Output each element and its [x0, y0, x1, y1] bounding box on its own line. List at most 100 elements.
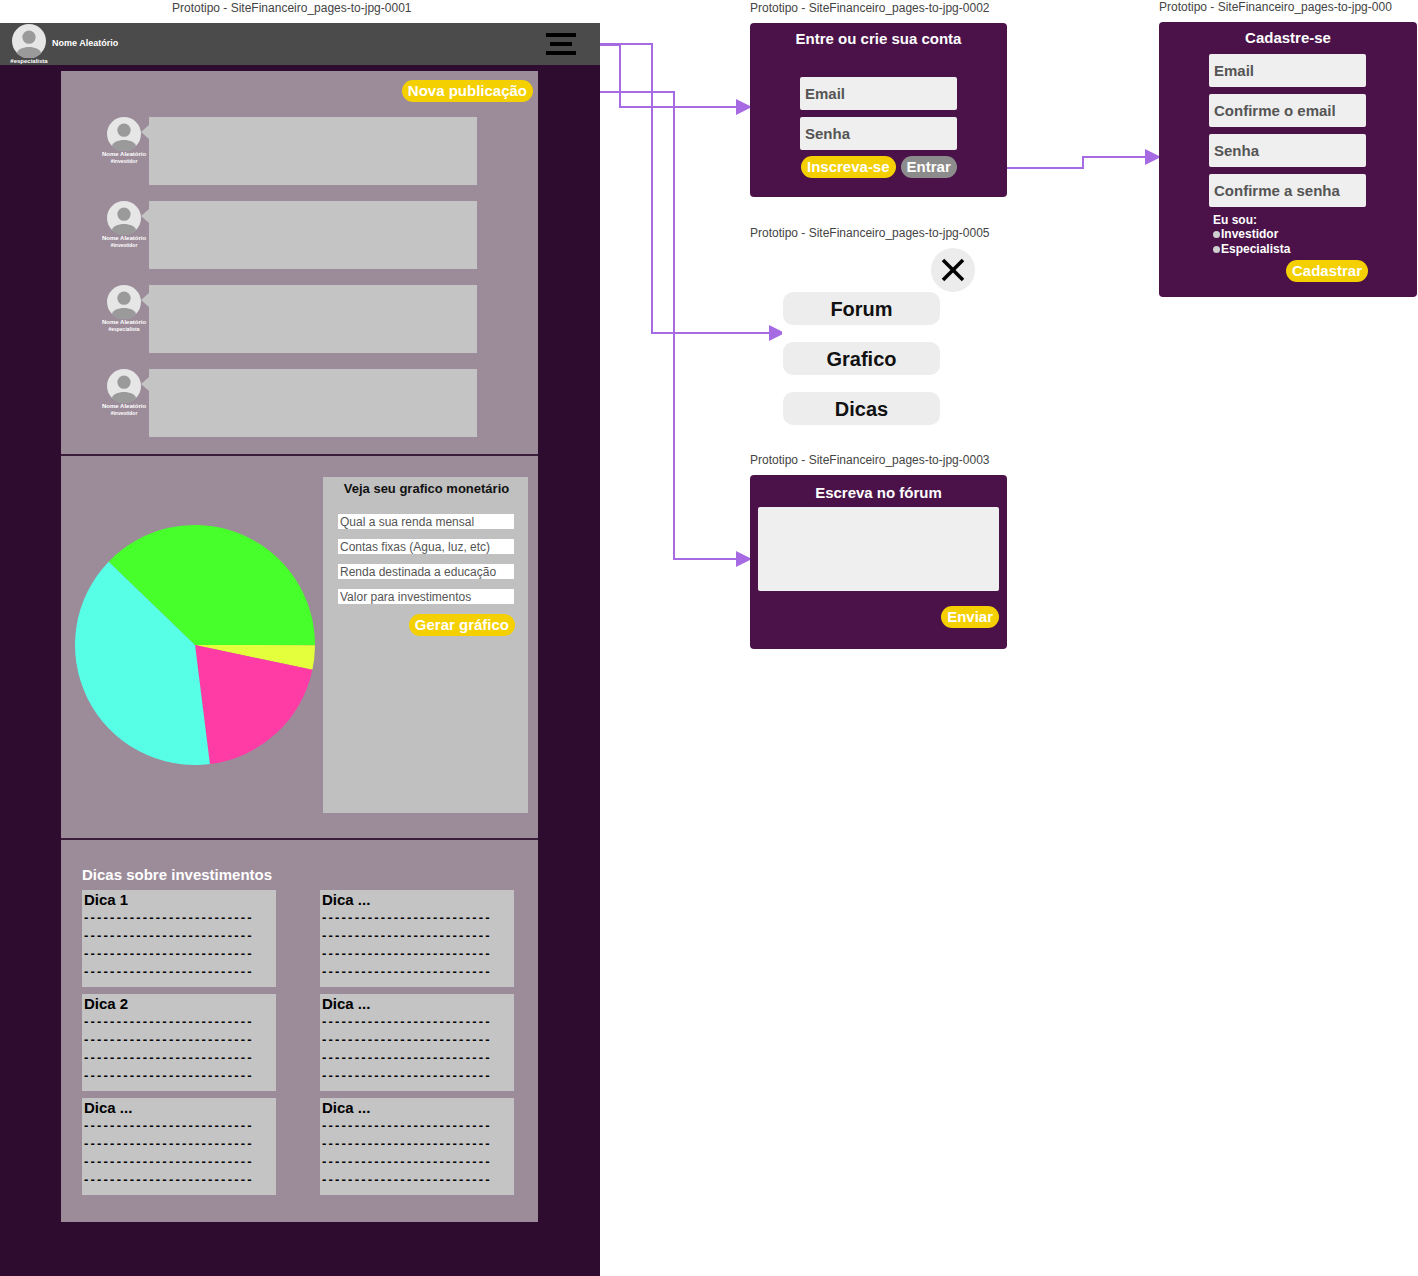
send-button[interactable]: Enviar: [941, 606, 999, 628]
login-input[interactable]: [800, 77, 957, 110]
tip-title: Dica ...: [322, 1099, 512, 1117]
chart-section: Veja seu grafico monetário Gerar gráfico: [61, 456, 538, 840]
menu-item[interactable]: Dicas: [783, 392, 940, 425]
tip-line: --------------------------: [322, 1135, 512, 1153]
signup-link-button[interactable]: Inscreva-se: [801, 156, 896, 178]
post-bubble: [149, 117, 477, 185]
author-tag: #especialista: [108, 326, 139, 332]
tip-title: Dica 1: [84, 891, 274, 909]
frame-label: Prototipo - SiteFinanceiro_pages-to-jpg-…: [750, 1, 989, 16]
author-tag: #investidor: [111, 242, 138, 248]
tip-title: Dica ...: [322, 891, 512, 909]
author-avatar-icon[interactable]: [107, 369, 141, 403]
login-frame: Entre ou crie sua conta Inscreva-seEntra…: [750, 23, 1007, 197]
tip-line: --------------------------: [84, 1171, 274, 1189]
pie-chart: [75, 525, 315, 765]
tip-card: Dica 2----------------------------------…: [82, 994, 276, 1091]
user-avatar-icon[interactable]: [12, 24, 46, 58]
signup-frame: Cadastre-se Eu sou: InvestidorEspecialis…: [1159, 22, 1417, 297]
author-tag: #investidor: [111, 158, 138, 164]
author-avatar-icon[interactable]: [107, 201, 141, 235]
post-bubble: [149, 369, 477, 437]
login-input[interactable]: [800, 117, 957, 150]
pie-slice: [75, 562, 210, 765]
signup-input[interactable]: [1209, 54, 1366, 87]
frame-label: Prototipo - SiteFinanceiro_pages-to-jpg-…: [750, 453, 989, 468]
tip-line: --------------------------: [84, 1117, 274, 1135]
user-name[interactable]: Nome Aleatório: [52, 37, 118, 51]
menu-frame: Forum Grafico Dicas: [782, 248, 975, 425]
author-avatar-icon[interactable]: [107, 117, 141, 151]
forum-post: Nome Aleatório#investidor: [99, 117, 533, 185]
chart-input[interactable]: [338, 589, 514, 604]
tip-title: Dica ...: [84, 1099, 274, 1117]
chart-input[interactable]: [338, 514, 514, 529]
post-textarea[interactable]: [758, 507, 999, 591]
signup-input[interactable]: [1209, 134, 1366, 167]
author-avatar-icon[interactable]: [107, 285, 141, 319]
author-name: Nome Aleatório: [102, 319, 146, 326]
tip-line: --------------------------: [322, 1031, 512, 1049]
content-panel: Nova publicação Nome Aleatório#investido…: [61, 71, 538, 1222]
signup-title: Cadastre-se: [1159, 28, 1417, 48]
pie-slice: [195, 645, 312, 764]
tips-grid: Dica 1----------------------------------…: [82, 890, 514, 1195]
generate-chart-button[interactable]: Gerar gráfico: [409, 614, 515, 636]
tip-line: --------------------------: [322, 1067, 512, 1085]
role-option[interactable]: Investidor: [1213, 227, 1417, 242]
author-name: Nome Aleatório: [102, 235, 146, 242]
close-button[interactable]: [931, 248, 975, 292]
tip-card: Dica ...--------------------------------…: [320, 890, 514, 987]
author-name: Nome Aleatório: [102, 403, 146, 410]
tip-line: --------------------------: [322, 963, 512, 981]
author-name: Nome Aleatório: [102, 151, 146, 158]
close-icon[interactable]: [940, 257, 966, 283]
chart-input[interactable]: [338, 564, 514, 579]
signup-button[interactable]: Cadastrar: [1286, 260, 1368, 282]
tip-line: --------------------------: [84, 1031, 274, 1049]
chart-form-title: Veja seu grafico monetário: [338, 481, 515, 497]
tips-section: Dicas sobre investimentos Dica 1--------…: [61, 840, 538, 1222]
login-button[interactable]: Entrar: [901, 156, 957, 178]
tip-title: Dica ...: [322, 995, 512, 1013]
tip-line: --------------------------: [84, 963, 274, 981]
tip-line: --------------------------: [322, 945, 512, 963]
tip-line: --------------------------: [84, 945, 274, 963]
tip-line: --------------------------: [322, 1153, 512, 1171]
post-bubble: [149, 201, 477, 269]
frame-label: Prototipo - SiteFinanceiro_pages-to-jpg-…: [750, 226, 989, 241]
signup-input[interactable]: [1209, 94, 1366, 127]
tip-line: --------------------------: [84, 927, 274, 945]
home-frame: #especialista Nome Aleatório Nova public…: [0, 23, 600, 1276]
role-label: Investidor: [1221, 227, 1278, 242]
role-option[interactable]: Especialista: [1213, 242, 1417, 257]
tip-line: --------------------------: [84, 1153, 274, 1171]
radio-dot[interactable]: [1213, 246, 1220, 253]
chart-input[interactable]: [338, 539, 514, 554]
tip-line: --------------------------: [322, 927, 512, 945]
forum-post: Nome Aleatório#especialista: [99, 285, 533, 353]
radio-dot[interactable]: [1213, 231, 1220, 238]
tip-card: Dica 1----------------------------------…: [82, 890, 276, 987]
login-title: Entre ou crie sua conta: [750, 29, 1007, 49]
tip-line: --------------------------: [84, 909, 274, 927]
tip-line: --------------------------: [322, 1117, 512, 1135]
post-list: Nome Aleatório#investidorNome Aleatório#…: [61, 117, 533, 437]
new-post-button[interactable]: Nova publicação: [402, 80, 533, 102]
tip-line: --------------------------: [84, 1067, 274, 1085]
menu-item[interactable]: Grafico: [783, 342, 940, 375]
hamburger-menu-icon[interactable]: [546, 32, 576, 56]
frame-label: Prototipo - SiteFinanceiro_pages-to-jpg-…: [1159, 0, 1392, 15]
tip-card: Dica ...--------------------------------…: [82, 1098, 276, 1195]
tip-line: --------------------------: [84, 1135, 274, 1153]
top-bar: #especialista Nome Aleatório: [0, 23, 600, 65]
tip-line: --------------------------: [322, 1171, 512, 1189]
post-form-frame: Escreva no fórum Enviar: [750, 475, 1007, 649]
role-label: Eu sou:: [1213, 214, 1417, 227]
forum-post: Nome Aleatório#investidor: [99, 201, 533, 269]
author-tag: #investidor: [111, 410, 138, 416]
signup-input[interactable]: [1209, 174, 1366, 207]
menu-item[interactable]: Forum: [783, 292, 940, 325]
post-form-title: Escreva no fórum: [750, 483, 1007, 503]
post-bubble: [149, 285, 477, 353]
